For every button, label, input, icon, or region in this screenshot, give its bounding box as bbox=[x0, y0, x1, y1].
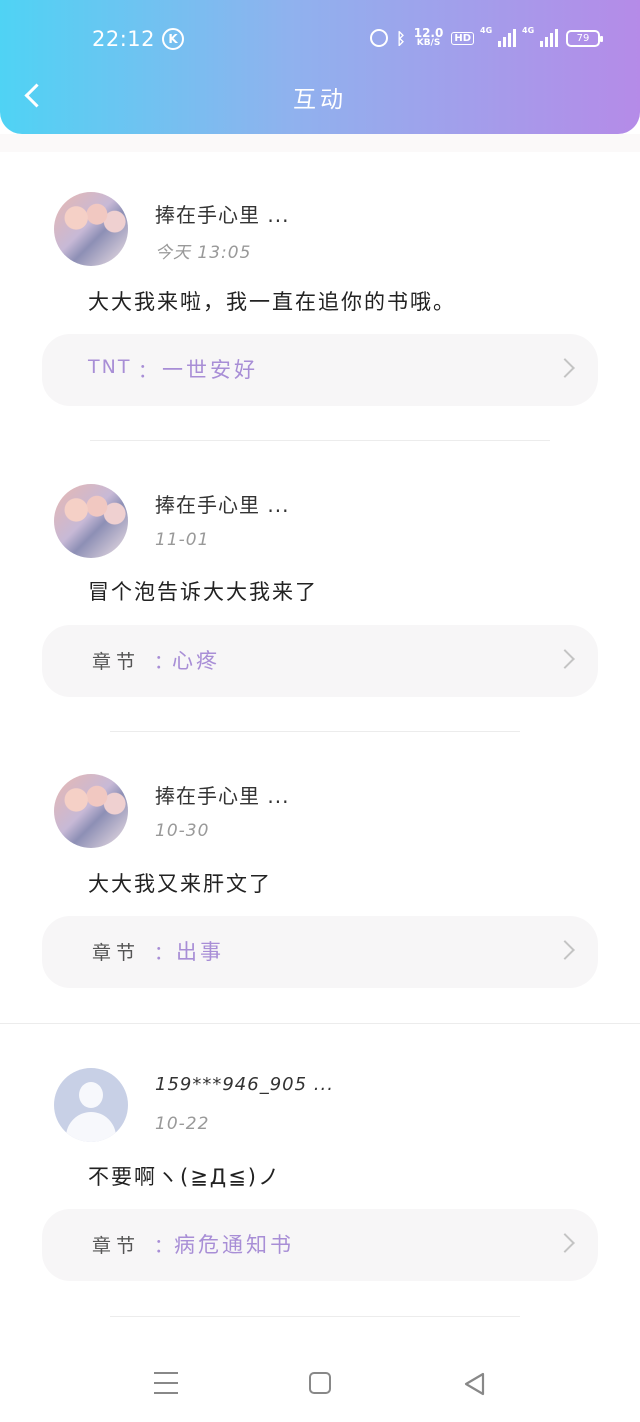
system-navigation-bar bbox=[0, 1352, 640, 1422]
divider bbox=[110, 1316, 520, 1317]
ref-value: 一世安好 bbox=[162, 358, 258, 382]
page-title: 互动 bbox=[293, 87, 347, 113]
user-avatar[interactable] bbox=[54, 192, 128, 266]
comment-item: 159***946_905 ... 10-22 不要啊ヽ(≧Д≦)ノ 章节 ： … bbox=[0, 1024, 640, 1318]
comment-time: 今天 13:05 bbox=[155, 243, 252, 263]
user-avatar[interactable] bbox=[54, 484, 128, 558]
signal-label-2: 4G bbox=[522, 26, 535, 35]
chevron-right-icon bbox=[555, 358, 575, 378]
username[interactable]: 捧在手心里 ... bbox=[155, 489, 289, 518]
ref-value: 心疼 bbox=[172, 649, 220, 673]
ref-separator: ： bbox=[154, 1235, 174, 1257]
alarm-icon bbox=[370, 29, 389, 47]
comment-item: 捧在手心里 ... 11-01 冒个泡告诉大大我来了 章节 ： 心疼 bbox=[0, 442, 640, 732]
hd-badge: HD bbox=[451, 31, 474, 45]
app-header: 22:12 K ᛒ 12.0 KB/S HD 4G 4G 79 互动 bbox=[0, 0, 640, 134]
ref-label: 章节 bbox=[92, 942, 141, 964]
home-square-icon[interactable] bbox=[309, 1372, 331, 1394]
comment-item: 捧在手心里 ... 10-30 大大我又来肝文了 章节 ： 出事 bbox=[0, 732, 640, 1024]
username[interactable]: 159***946_905 ... bbox=[155, 1074, 334, 1095]
ref-separator: ： bbox=[154, 651, 174, 673]
battery-icon: 79 bbox=[566, 29, 603, 47]
ref-separator: ： bbox=[154, 942, 174, 964]
reference-link[interactable]: 章节 ： 出事 bbox=[42, 916, 598, 988]
comment-text: 不要啊ヽ(≧Д≦)ノ bbox=[88, 1165, 281, 1189]
signal-icon-2: 4G bbox=[522, 26, 558, 47]
username[interactable]: 捧在手心里 ... bbox=[155, 780, 289, 809]
net-speed-value: 12.0 bbox=[413, 26, 444, 40]
status-time: 22:12 bbox=[92, 27, 156, 51]
comment-text: 大大我来啦，我一直在追你的书哦。 bbox=[88, 290, 456, 314]
net-speed-unit: KB/S bbox=[416, 38, 441, 48]
status-icons: ᛒ 12.0 KB/S HD 4G 4G 79 bbox=[370, 26, 603, 48]
bluetooth-icon: ᛒ bbox=[396, 28, 406, 48]
user-avatar[interactable] bbox=[54, 774, 128, 848]
ref-label: 章节 bbox=[92, 1235, 141, 1257]
chevron-right-icon bbox=[555, 649, 575, 669]
reference-link[interactable]: TNT ： 一世安好 bbox=[42, 334, 598, 406]
ref-value: 病危通知书 bbox=[174, 1233, 294, 1257]
header-shadow-band bbox=[0, 134, 640, 152]
default-avatar-icon[interactable] bbox=[54, 1068, 128, 1142]
comment-text: 冒个泡告诉大大我来了 bbox=[88, 580, 318, 604]
ref-label: 章节 bbox=[92, 651, 141, 673]
username[interactable]: 捧在手心里 ... bbox=[155, 199, 289, 228]
comment-time: 10-30 bbox=[155, 821, 210, 841]
ref-label: TNT bbox=[88, 356, 132, 378]
ref-separator: ： bbox=[138, 360, 158, 382]
signal-icon: 4G bbox=[480, 26, 516, 47]
chevron-right-icon bbox=[555, 940, 575, 960]
network-speed: 12.0 KB/S bbox=[413, 26, 444, 48]
status-bar: 22:12 K ᛒ 12.0 KB/S HD 4G 4G 79 bbox=[0, 22, 640, 58]
comment-text: 大大我又来肝文了 bbox=[88, 872, 272, 896]
triangle-back-icon[interactable] bbox=[462, 1371, 488, 1397]
ref-value: 出事 bbox=[176, 940, 224, 964]
k-app-icon: K bbox=[162, 28, 184, 50]
chevron-right-icon bbox=[555, 1233, 575, 1253]
divider bbox=[90, 440, 550, 441]
comment-item: 捧在手心里 ... 今天 13:05 大大我来啦，我一直在追你的书哦。 TNT … bbox=[0, 152, 640, 442]
menu-icon[interactable] bbox=[154, 1372, 180, 1396]
reference-link[interactable]: 章节 ： 心疼 bbox=[42, 625, 598, 697]
reference-link[interactable]: 章节 ： 病危通知书 bbox=[42, 1209, 598, 1281]
comment-time: 11-01 bbox=[155, 530, 210, 550]
comment-time: 10-22 bbox=[155, 1114, 210, 1134]
signal-label-1: 4G bbox=[480, 26, 493, 35]
